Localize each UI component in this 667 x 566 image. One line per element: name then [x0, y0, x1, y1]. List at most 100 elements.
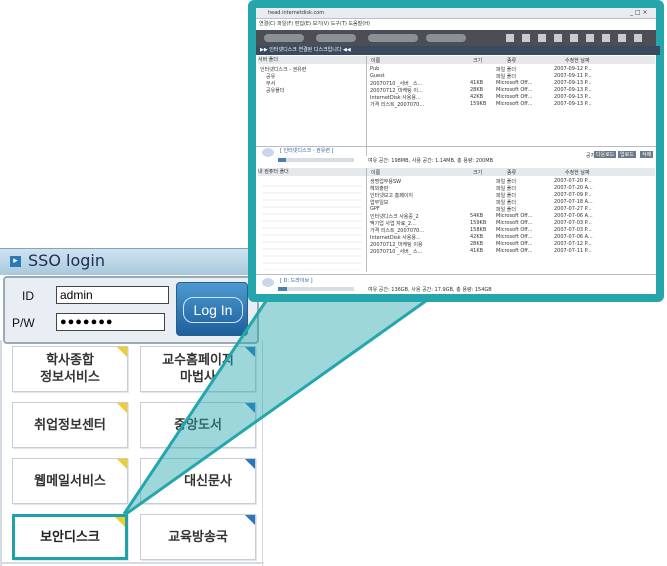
file-name: Pub: [370, 66, 380, 72]
tree-item[interactable]: 인터넷디스크 - 권유련: [260, 66, 306, 73]
disk-status-bottom: [ D: 드라이브 ] 여유 공간: 136GB, 사용 공간: 17.9GB,…: [256, 274, 656, 295]
file-date: 2007-07-18 A...: [554, 199, 593, 205]
file-type: Microsoft Off...: [496, 213, 533, 219]
file-type: 파일 폴더: [496, 179, 516, 185]
file-name: 인터넷보고 홈페이지: [370, 193, 413, 199]
tree-item[interactable]: 공유: [260, 73, 306, 80]
download-button[interactable]: 다운로드: [594, 151, 617, 158]
my-folder-header: 내 컴퓨터 폴더: [258, 168, 366, 176]
tree-item[interactable]: 공유폴더: [260, 87, 306, 94]
toolbar-button[interactable]: [264, 34, 304, 42]
disk-label: [ 인터넷디스크 - 권유련 ]: [280, 148, 334, 154]
space-info: 여유 공간: 136GB, 사용 공간: 17.9GB, 총 용량: 154GB: [368, 287, 492, 293]
file-type: Microsoft Off...: [496, 80, 533, 86]
file-date: 2007-07-03 P...: [554, 220, 592, 226]
file-row[interactable]: InternetDisk 사용용... 42KB Microsoft Off... 2…: [370, 234, 654, 241]
file-row[interactable]: Guest 파일 폴더 2007-09-11 P...: [370, 73, 654, 80]
drive-label: [ D: 드라이브 ]: [280, 278, 313, 284]
file-row[interactable]: 20070712_마케팅 이... 28KB Microsoft Off... 200…: [370, 87, 654, 94]
tree-item[interactable]: 부서: [260, 80, 306, 87]
delete-button[interactable]: 삭제: [640, 151, 654, 158]
file-type: 파일 폴더: [496, 207, 516, 213]
file-date: 2007-07-06 A...: [554, 234, 593, 240]
column-name[interactable]: 이름: [371, 57, 380, 64]
file-type: 파일 폴더: [496, 67, 516, 73]
file-row[interactable]: 가격 리스트_2007070... 158KB Microsoft Off... 20…: [370, 227, 654, 234]
file-type: 파일 폴더: [496, 186, 516, 192]
file-name: 20070712_마케팅 이용: [370, 242, 423, 248]
file-type: Microsoft Off...: [496, 227, 533, 233]
file-row[interactable]: 맥기업 사업 자료_2... 159KB Microsoft Off... 2007-…: [370, 220, 654, 227]
drive-icon: [262, 278, 274, 287]
file-row[interactable]: InternetDisk 사용용... 42KB Microsoft Off... 2…: [370, 94, 654, 101]
file-date: 2007-07-06 A...: [554, 213, 593, 219]
column-type[interactable]: 종류: [507, 169, 516, 176]
toolbar-button[interactable]: [368, 34, 418, 42]
column-type[interactable]: 종류: [507, 57, 516, 64]
file-size: 42KB: [470, 94, 484, 100]
file-name: 인터넷디스크 사용중_2: [370, 214, 419, 220]
file-row[interactable]: 업무일보 파일 폴더 2007-07-18 A...: [370, 199, 654, 206]
file-row[interactable]: 생명업무용SW 파일 폴더 2007-07-20 P...: [370, 178, 654, 185]
file-date: 2007-07-11 P...: [554, 248, 592, 254]
file-type: 파일 폴더: [496, 193, 516, 199]
usage-bar: [278, 158, 354, 162]
file-row[interactable]: 헤외출판 파일 폴더 2007-07-20 A...: [370, 185, 654, 192]
upload-button[interactable]: 업로드: [618, 151, 636, 158]
window-controls[interactable]: _ □ ×: [630, 9, 648, 16]
file-type: Microsoft Off...: [496, 220, 533, 226]
server-file-list: Pub 파일 폴더 2007-09-12 P... Guest 파일 폴더 2007-09…: [370, 66, 654, 108]
file-row[interactable]: Pub 파일 폴더 2007-09-12 P...: [370, 66, 654, 73]
file-date: 2007-07-20 P...: [554, 178, 592, 184]
file-size: 42KB: [470, 234, 484, 240]
file-date: 2007-07-03 P...: [554, 227, 592, 233]
file-size: 41KB: [470, 248, 484, 254]
file-type: Microsoft Off...: [496, 248, 533, 254]
file-name: InternetDisk 사용용...: [370, 95, 421, 101]
file-name: 업무일보: [370, 200, 389, 206]
server-folder-header: 서버 폴더: [258, 56, 366, 64]
server-tree: 인터넷디스크 - 권유련 공유 부서 공유폴더: [260, 66, 306, 94]
pane-divider: [366, 56, 367, 156]
file-name: InternetDisk 사용용...: [370, 235, 421, 241]
section-title: ▶▶ 인터넷디스크 연결된 디스크입니다 ◀◀: [256, 46, 660, 55]
file-type: 파일 폴더: [496, 200, 516, 206]
column-date[interactable]: 수정한 날짜: [565, 169, 590, 176]
window-title: head.internetdisk.com: [268, 10, 325, 16]
column-size[interactable]: 크기: [473, 169, 482, 176]
file-size: 158KB: [470, 227, 487, 233]
file-name: 가격 리스트_2007070...: [370, 102, 425, 108]
file-date: 2007-07-12 P...: [554, 241, 592, 247]
file-date: 2007-09-13 P...: [554, 80, 592, 86]
pane-divider: [366, 168, 367, 272]
file-row[interactable]: 가격 리스트_2007070... 159KB Microsoft Off... 20…: [370, 101, 654, 108]
file-size: 28KB: [470, 241, 484, 247]
toolbar-icons[interactable]: [506, 34, 646, 42]
file-date: 2007-07-20 A...: [554, 185, 593, 191]
file-row[interactable]: 20070710 _서버_ 스... 41KB Microsoft Off... 20…: [370, 248, 654, 255]
toolbar: [256, 30, 656, 46]
column-date[interactable]: 수정한 날짜: [565, 57, 590, 64]
file-date: 2007-09-13 P...: [554, 87, 592, 93]
file-date: 2007-07-27 P...: [554, 206, 592, 212]
window-titlebar: head.internetdisk.com _ □ ×: [256, 8, 656, 19]
menu-bar[interactable]: 연결(C) 파일(F) 편집(E) 보기(V) 도구(T) 도움말(H): [259, 20, 370, 27]
file-row[interactable]: 인터넷디스크 사용중_2 54KB Microsoft Off... 2007-07-…: [370, 213, 654, 220]
file-type: Microsoft Off...: [496, 94, 533, 100]
column-size[interactable]: 크기: [473, 57, 482, 64]
toolbar-button[interactable]: [316, 34, 356, 42]
local-file-list: 생명업무용SW 파일 폴더 2007-07-20 P... 헤외출판 파일 폴더 2007…: [370, 178, 654, 255]
file-row[interactable]: 인터넷보고 홈페이지 파일 폴더 2007-07-09 P...: [370, 192, 654, 199]
file-row[interactable]: 20070710 _서버_ 스... 41KB Microsoft Off... 20…: [370, 80, 654, 87]
file-name: 헤외출판: [370, 186, 389, 192]
file-size: 159KB: [470, 101, 487, 107]
column-name[interactable]: 이름: [371, 169, 380, 176]
file-date: 2007-09-11 P...: [554, 73, 592, 79]
file-type: Microsoft Off...: [496, 234, 533, 240]
toolbar-button[interactable]: [426, 34, 466, 42]
file-row[interactable]: 20070712_마케팅 이용 28KB Microsoft Off... 2007-…: [370, 241, 654, 248]
file-row[interactable]: GPF 파일 폴더 2007-07-27 P...: [370, 206, 654, 213]
file-name: 가격 리스트_2007070...: [370, 228, 425, 234]
file-name: Guest: [370, 73, 385, 79]
local-tree[interactable]: [262, 180, 362, 270]
